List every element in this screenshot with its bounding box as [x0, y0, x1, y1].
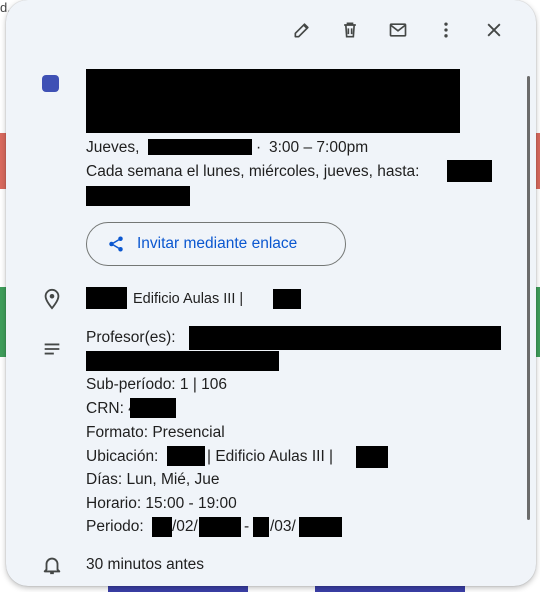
description-formato: Formato: Presencial [86, 424, 225, 441]
crn-redacted [130, 398, 176, 418]
profesor-redacted [86, 351, 279, 371]
event-time-separator: · [256, 139, 262, 156]
ubicacion-redacted [356, 446, 388, 468]
mail-icon [389, 23, 407, 37]
periodo-redacted [299, 517, 342, 537]
event-recurrence: Cada semana el lunes, miércoles, jueves,… [86, 163, 420, 180]
event-date-prefix: Jueves, [86, 139, 140, 156]
delete-event-button[interactable] [326, 14, 374, 46]
description-profesor-label: Profesor(es): [86, 329, 176, 346]
periodo-redacted [152, 517, 172, 537]
periodo-redacted [253, 517, 269, 537]
description-periodo-part2: - [244, 518, 250, 535]
bell-icon [40, 553, 64, 577]
pencil-icon [294, 23, 309, 38]
invite-label: Invitar mediante enlace [137, 235, 298, 252]
description-periodo-part3: /03/ [270, 518, 296, 535]
invite-via-link-button[interactable]: Invitar mediante enlace [86, 222, 346, 266]
trash-icon [344, 22, 356, 38]
description-subperiodo: Sub-período: 1 | 106 [86, 376, 228, 393]
close-button[interactable] [470, 14, 518, 46]
event-title-redacted [86, 69, 460, 133]
background-event-block [108, 586, 248, 592]
share-icon [109, 236, 123, 252]
close-icon [487, 23, 501, 37]
event-time: 3:00 – 7:00pm [269, 139, 369, 156]
edit-event-button[interactable] [278, 14, 326, 46]
options-button[interactable] [422, 14, 470, 46]
periodo-redacted [199, 517, 241, 537]
email-guests-button[interactable] [374, 14, 422, 46]
event-details-popup: Jueves, · 3:00 – 7:00pm Cada semana el l… [6, 0, 536, 586]
location-text: Edificio Aulas III | [133, 291, 244, 307]
location-redacted [86, 287, 127, 309]
event-color-indicator [42, 75, 59, 92]
description-periodo-label: Periodo: [86, 518, 144, 535]
scrollbar[interactable] [527, 76, 530, 520]
location-redacted [273, 289, 301, 309]
description-dias: Días: Lun, Mié, Jue [86, 471, 220, 488]
notification-text: 30 minutos antes [86, 556, 205, 573]
popup-toolbar [278, 14, 518, 46]
background-event-block [315, 586, 465, 592]
location-pin-icon [40, 287, 64, 311]
description-ubicacion-label: Ubicación: [86, 448, 159, 465]
profesor-redacted [189, 326, 501, 350]
more-vert-icon [444, 22, 448, 38]
description-periodo-part1: /02/ [172, 518, 198, 535]
recurrence-end-redacted [86, 186, 190, 206]
ubicacion-redacted [167, 446, 205, 466]
event-date-redacted [148, 139, 252, 155]
description-horario: Horario: 15:00 - 19:00 [86, 495, 237, 512]
recurrence-end-redacted [447, 160, 492, 182]
description-ubicacion-mid: | Edificio Aulas III | [207, 448, 334, 465]
notes-icon [40, 337, 64, 361]
